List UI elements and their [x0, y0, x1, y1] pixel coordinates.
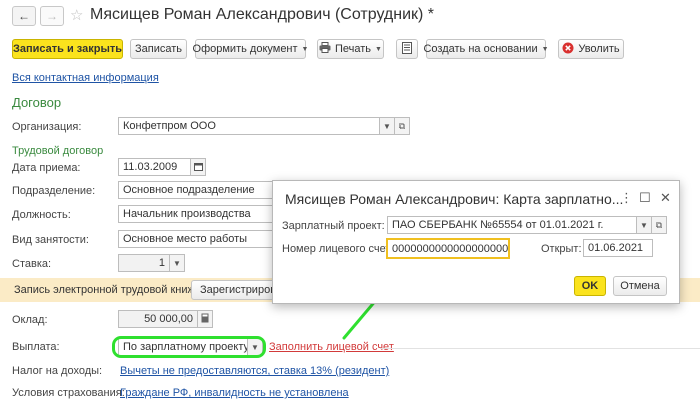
more-menu-icon[interactable]: ⋮ — [620, 190, 633, 206]
cancel-button[interactable]: Отмена — [613, 276, 667, 296]
open-link-icon: ⧉ — [655, 219, 663, 230]
close-icon[interactable]: ✕ — [660, 190, 671, 206]
salary-card-dialog: Мясищев Роман Александрович: Карта зарпл… — [272, 180, 680, 304]
opened-label: Открыт: — [541, 243, 582, 255]
salary-project-dropdown-button[interactable]: ▼ — [636, 216, 652, 234]
ok-button[interactable]: OK — [574, 276, 606, 296]
maximize-icon[interactable]: ☐ — [639, 190, 651, 206]
opened-date-field[interactable]: 01.06.2021 — [583, 239, 653, 257]
account-number-label: Номер лицевого счета: — [282, 243, 400, 255]
salary-project-field[interactable]: ПАО СБЕРБАНК №65554 от 01.01.2021 г. — [387, 216, 637, 234]
dialog-title: Мясищев Роман Александрович: Карта зарпл… — [285, 191, 624, 207]
account-number-input[interactable]: 00000000000000000000 — [386, 238, 510, 259]
salary-project-open-button[interactable]: ⧉ — [651, 216, 667, 234]
chevron-down-icon: ▼ — [640, 220, 648, 230]
salary-project-label: Зарплатный проект: — [282, 220, 385, 232]
